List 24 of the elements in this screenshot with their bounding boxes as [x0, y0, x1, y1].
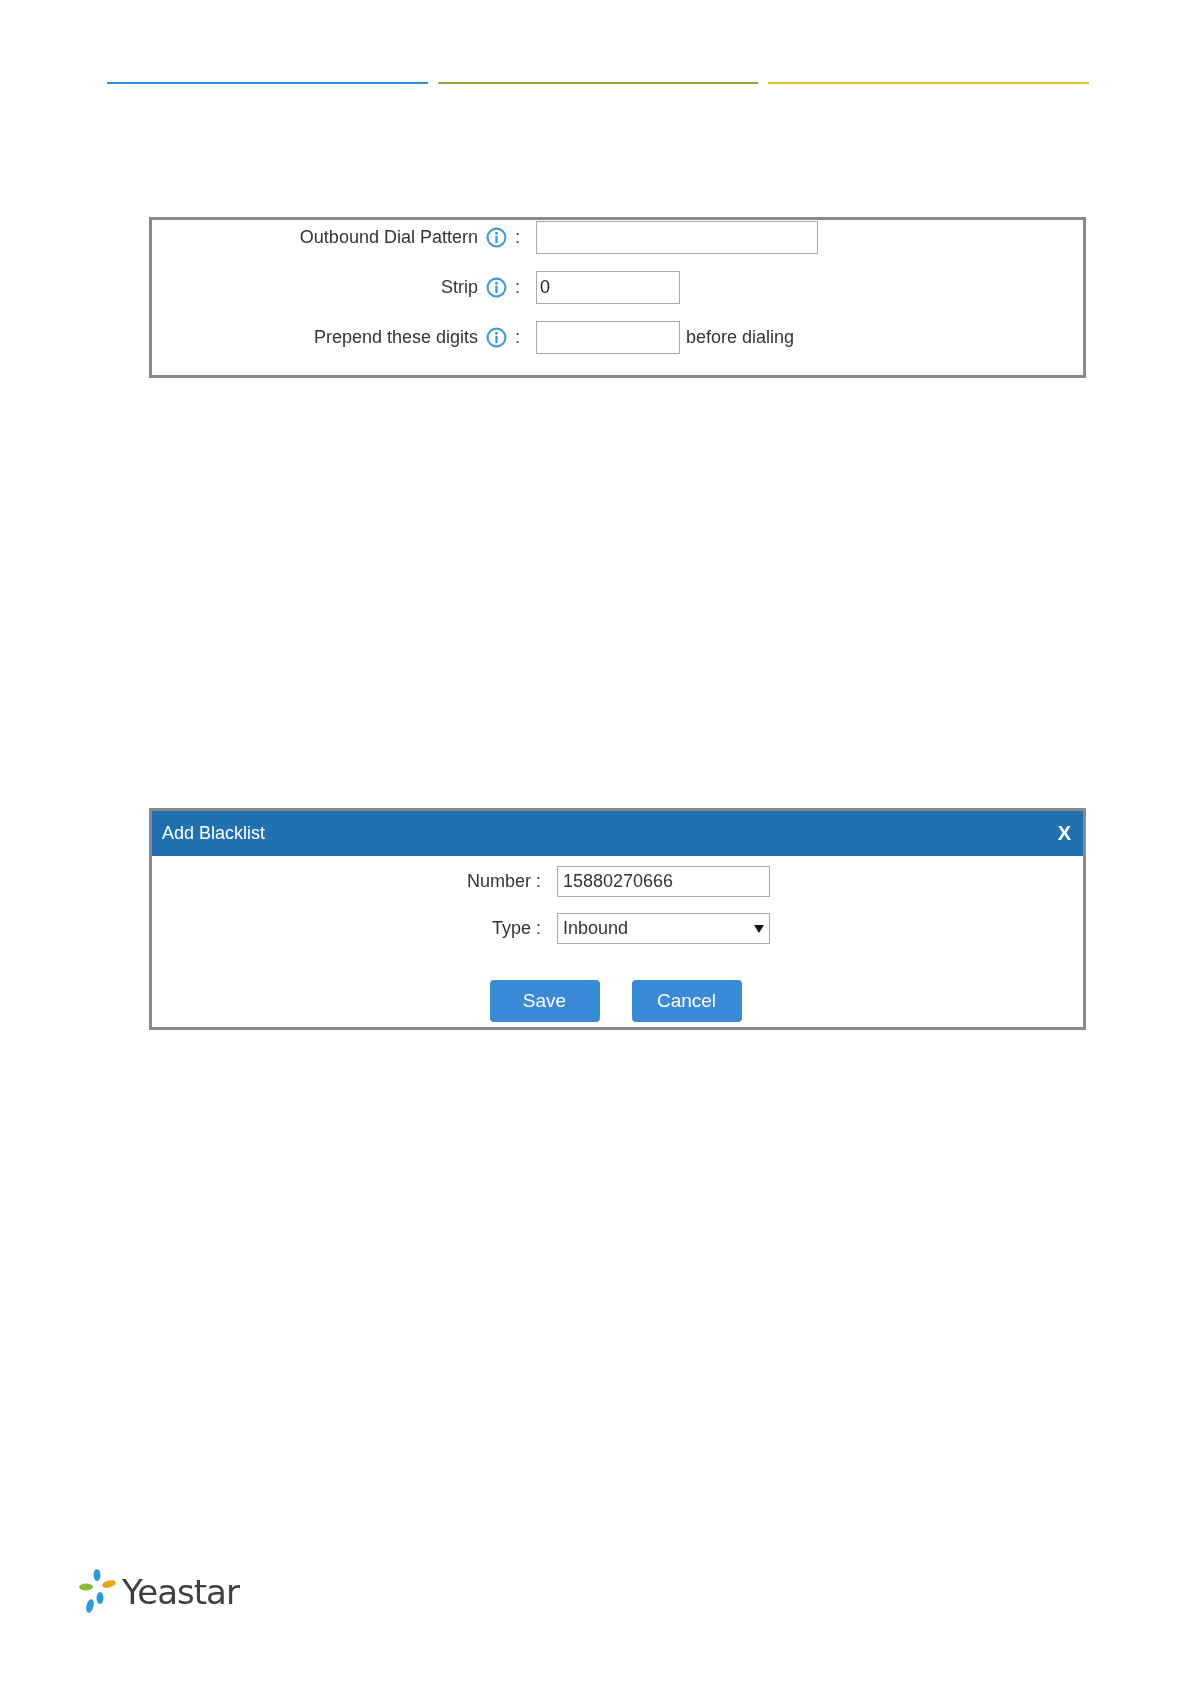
colon: :: [515, 277, 520, 298]
suffix-text: before dialing: [686, 327, 795, 348]
text-field[interactable]: 0: [536, 271, 680, 304]
logo-text: Yeastar: [122, 1572, 239, 1612]
colon: :: [515, 227, 520, 248]
info-icon: [486, 227, 507, 248]
field-label: Outbound Dial Pattern: [299, 227, 478, 248]
field-label: Type :: [490, 918, 541, 939]
text-field[interactable]: [536, 221, 818, 254]
type-dropdown[interactable]: Inbound: [557, 913, 770, 944]
colon: :: [515, 327, 520, 348]
dialog-title: Add Blacklist: [162, 823, 266, 844]
field-label: Strip: [440, 277, 478, 298]
caret-icon: [754, 924, 764, 933]
close-button[interactable]: X: [1057, 822, 1071, 845]
logo-icon: [78, 1568, 118, 1616]
save-button[interactable]: Save: [489, 980, 600, 1022]
field-label: Prepend these digits: [313, 327, 478, 348]
text-field[interactable]: [536, 321, 680, 354]
cancel-button[interactable]: Cancel: [631, 980, 742, 1022]
field-label: Number :: [465, 871, 541, 892]
number-field[interactable]: 15880270666: [557, 866, 770, 897]
info-icon: [486, 327, 507, 348]
info-icon: [486, 277, 507, 298]
